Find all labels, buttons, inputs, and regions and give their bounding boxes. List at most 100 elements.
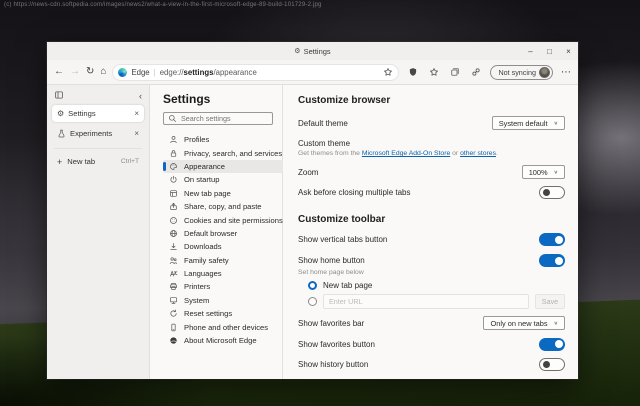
sidebar-item-share-copy-paste[interactable]: Share, copy, and paste	[163, 200, 283, 213]
extension-link-icon[interactable]	[471, 67, 481, 77]
sidebar-item-profiles[interactable]: Profiles	[163, 133, 283, 146]
power-icon	[169, 175, 178, 184]
forward-icon[interactable]: →	[70, 67, 80, 77]
edge-browser-window: ⚙ Settings – □ × ← → ↻ ⌂ Edge | edge://s…	[47, 42, 578, 379]
show-favorites-button-toggle[interactable]	[539, 338, 565, 351]
back-icon[interactable]: ←	[54, 67, 64, 77]
show-vertical-tabs-label: Show vertical tabs button	[298, 235, 387, 244]
plus-icon: +	[57, 157, 62, 167]
sidebar-item-phone-devices[interactable]: Phone and other devices	[163, 320, 283, 333]
settings-heading: Settings	[163, 92, 282, 106]
download-icon	[169, 242, 178, 251]
monitor-icon	[169, 296, 178, 305]
appearance-palette-icon	[169, 162, 178, 171]
chevron-down-icon: ∨	[554, 320, 558, 326]
new-tab-button[interactable]: + New tab Ctrl+T	[52, 154, 144, 169]
tab-actions-icon[interactable]	[54, 87, 64, 105]
refresh-icon[interactable]: ↻	[86, 67, 94, 77]
ask-close-toggle[interactable]	[539, 186, 565, 199]
gear-icon: ⚙	[57, 109, 64, 118]
browser-toolbar: ← → ↻ ⌂ Edge | edge://settings/appearanc…	[47, 60, 578, 85]
sidebar-item-default-browser[interactable]: Default browser	[163, 227, 283, 240]
sidebar-item-appearance[interactable]: Appearance	[163, 160, 283, 173]
show-home-toggle[interactable]	[539, 254, 565, 267]
zoom-select[interactable]: 100% ∨	[522, 165, 565, 179]
tab-settings[interactable]: ⚙ Settings ×	[52, 105, 144, 122]
close-button[interactable]: ×	[559, 42, 578, 60]
show-vertical-tabs-toggle[interactable]	[539, 233, 565, 246]
settings-page: Settings Search settings Profiles	[150, 85, 578, 379]
maximize-button[interactable]: □	[540, 42, 559, 60]
new-tab-page-radio-row[interactable]: New tab page	[308, 281, 565, 290]
home-icon[interactable]: ⌂	[100, 67, 106, 77]
show-history-button-label: Show history button	[298, 360, 368, 369]
section-title-customize-toolbar: Customize toolbar	[298, 214, 565, 225]
favorites-bar-select[interactable]: Only on new tabs ∨	[483, 316, 565, 330]
image-credit-caption: (c) https://news-cdn.softpedia.com/image…	[4, 2, 322, 8]
close-tab-icon[interactable]: ×	[134, 129, 139, 138]
default-theme-label: Default theme	[298, 119, 348, 128]
address-bar[interactable]: Edge | edge://settings/appearance	[112, 64, 399, 81]
custom-theme-label: Custom theme	[298, 139, 565, 148]
sidebar-item-about-edge[interactable]: About Microsoft Edge	[163, 334, 283, 347]
toolbar-icons	[405, 67, 484, 77]
more-menu-icon[interactable]: ⋯	[559, 67, 571, 78]
default-theme-select[interactable]: System default ∨	[492, 116, 565, 130]
sidebar-item-downloads[interactable]: Downloads	[163, 240, 283, 253]
sidebar-item-printers[interactable]: Printers	[163, 280, 283, 293]
vertical-tabs-panel: ‹ ⚙ Settings × Experiments × + N	[47, 85, 150, 379]
search-icon	[168, 114, 177, 123]
collections-icon[interactable]	[450, 67, 460, 77]
edge-logo-icon	[118, 68, 127, 77]
minimize-button[interactable]: –	[521, 42, 540, 60]
family-icon	[169, 256, 178, 265]
search-input[interactable]: Search settings	[163, 112, 273, 125]
gear-icon: ⚙	[294, 47, 300, 55]
languages-icon	[169, 269, 178, 278]
other-stores-link[interactable]: other stores	[460, 150, 496, 157]
chevron-down-icon: ∨	[554, 120, 558, 126]
sidebar-item-cookies[interactable]: Cookies and site permissions	[163, 213, 283, 226]
add-favorite-star-icon[interactable]	[383, 67, 393, 77]
globe-icon	[169, 229, 178, 238]
favorites-button-icon[interactable]	[429, 67, 439, 77]
show-home-label: Show home button	[298, 256, 365, 265]
sidebar-item-system[interactable]: System	[163, 294, 283, 307]
save-button[interactable]: Save	[535, 294, 565, 309]
layout-icon	[169, 189, 178, 198]
address-url: edge://settings/appearance	[160, 68, 380, 77]
sidebar-item-new-tab-page[interactable]: New tab page	[163, 187, 283, 200]
custom-theme-hint: Get themes from the Microsoft Edge Add-O…	[298, 150, 565, 157]
close-tab-icon[interactable]: ×	[134, 109, 139, 118]
sidebar-item-on-startup[interactable]: On startup	[163, 173, 283, 186]
avatar	[539, 67, 550, 78]
tab-experiments[interactable]: Experiments ×	[52, 125, 144, 142]
section-title-customize-browser: Customize browser	[298, 95, 565, 106]
radio-unchecked-icon[interactable]	[308, 297, 317, 306]
settings-content: Customize browser Default theme System d…	[283, 85, 578, 379]
screenshot-stage: (c) https://news-cdn.softpedia.com/image…	[0, 0, 640, 406]
edge-logo-icon	[169, 336, 178, 345]
custom-url-radio-row: Enter URL Save	[308, 294, 565, 309]
show-favorites-bar-label: Show favorites bar	[298, 319, 364, 328]
collapse-pane-icon[interactable]: ‹	[139, 91, 142, 101]
show-collections-button-toggle[interactable]	[539, 379, 565, 380]
home-page-hint: Set home page below	[298, 269, 565, 276]
show-favorites-button-label: Show favorites button	[298, 340, 375, 349]
sidebar-item-reset-settings[interactable]: Reset settings	[163, 307, 283, 320]
sidebar-item-privacy[interactable]: Privacy, search, and services	[163, 146, 283, 159]
addon-store-link[interactable]: Microsoft Edge Add-On Store	[362, 150, 450, 157]
lock-icon	[169, 149, 178, 158]
sidebar-item-languages[interactable]: Languages	[163, 267, 283, 280]
printer-icon	[169, 282, 178, 291]
show-history-button-toggle[interactable]	[539, 358, 565, 371]
reset-icon	[169, 309, 178, 318]
profile-sync-button[interactable]: Not syncing	[490, 65, 553, 80]
sidebar-item-family-safety[interactable]: Family safety	[163, 254, 283, 267]
extension-shield-icon[interactable]	[408, 67, 418, 77]
enter-url-input[interactable]: Enter URL	[323, 294, 529, 309]
flask-icon	[57, 129, 66, 138]
window-titlebar[interactable]: ⚙ Settings – □ ×	[47, 42, 578, 60]
radio-checked-icon[interactable]	[308, 281, 317, 290]
window-title-text: Settings	[304, 47, 331, 56]
